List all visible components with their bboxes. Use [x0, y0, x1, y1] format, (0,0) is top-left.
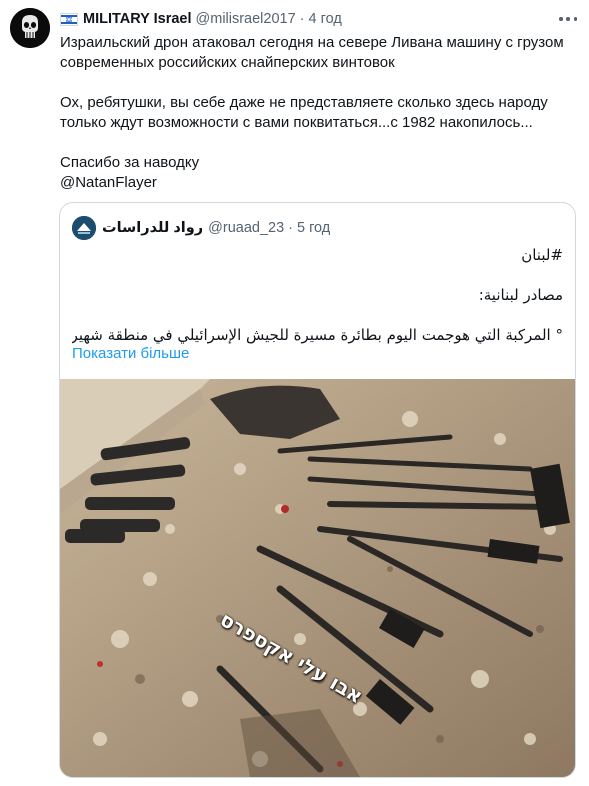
quoted-tweet-text: #لبنان مصادر لبنانية: ° المركبة التي هوج… — [72, 245, 563, 345]
quoted-tweet[interactable]: رواد للدراسات @ruaad_23 · 5 год #لبنان م… — [59, 202, 576, 778]
tweet[interactable]: MILITARY Israel @milisrael2017 · 4 год И… — [0, 0, 589, 786]
quoted-author-display-name[interactable]: رواد للدراسات — [102, 220, 203, 236]
photo-weapons-rubble — [60, 379, 575, 777]
separator-dot: · — [299, 11, 305, 27]
quoted-text-line: ° المركبة التي هوجمت اليوم بطائرة مسيرة … — [72, 326, 563, 344]
more-dots-icon[interactable] — [556, 10, 580, 28]
mention-link[interactable]: @NatanFlayer — [60, 173, 575, 193]
hashtag-link[interactable]: #لبنان — [72, 245, 563, 265]
tweet-time[interactable]: 4 год — [309, 11, 342, 27]
quoted-author-handle[interactable]: @ruaad_23 — [208, 220, 284, 236]
tweet-header: MILITARY Israel @milisrael2017 · 4 год — [60, 9, 342, 29]
author-handle[interactable]: @milisrael2017 — [196, 11, 296, 27]
tweet-text-line: только ждут возможности с вами поквитать… — [60, 114, 533, 131]
quoted-text-line: مصادر لبنانية: — [478, 286, 563, 304]
separator-dot: · — [288, 220, 293, 236]
tweet-text-line: Спасибо за наводку — [60, 154, 200, 171]
tweet-text-line: современных российских снайперских винто… — [60, 54, 395, 71]
punisher-skull-icon — [10, 8, 50, 48]
quoted-tweet-photo[interactable]: אבו עלי אקספרס — [60, 379, 575, 777]
tweet-text-line: Израильский дрон атаковал сегодня на сев… — [60, 34, 564, 51]
tweet-text-line: Ох, ребятушки, вы себе даже не представл… — [60, 94, 548, 111]
tweet-text: Израильский дрон атаковал сегодня на сев… — [60, 33, 575, 193]
quoted-author-avatar[interactable] — [72, 216, 96, 240]
show-more-link[interactable]: Показати більше — [72, 345, 189, 362]
israel-flag-icon — [60, 12, 78, 26]
ruaad-logo-icon — [72, 216, 96, 240]
author-display-name[interactable]: MILITARY Israel — [83, 11, 192, 27]
author-avatar[interactable] — [10, 8, 50, 48]
quoted-tweet-header: رواد للدراسات @ruaad_23 · 5 год — [72, 215, 330, 241]
quoted-tweet-time[interactable]: 5 год — [297, 220, 330, 236]
